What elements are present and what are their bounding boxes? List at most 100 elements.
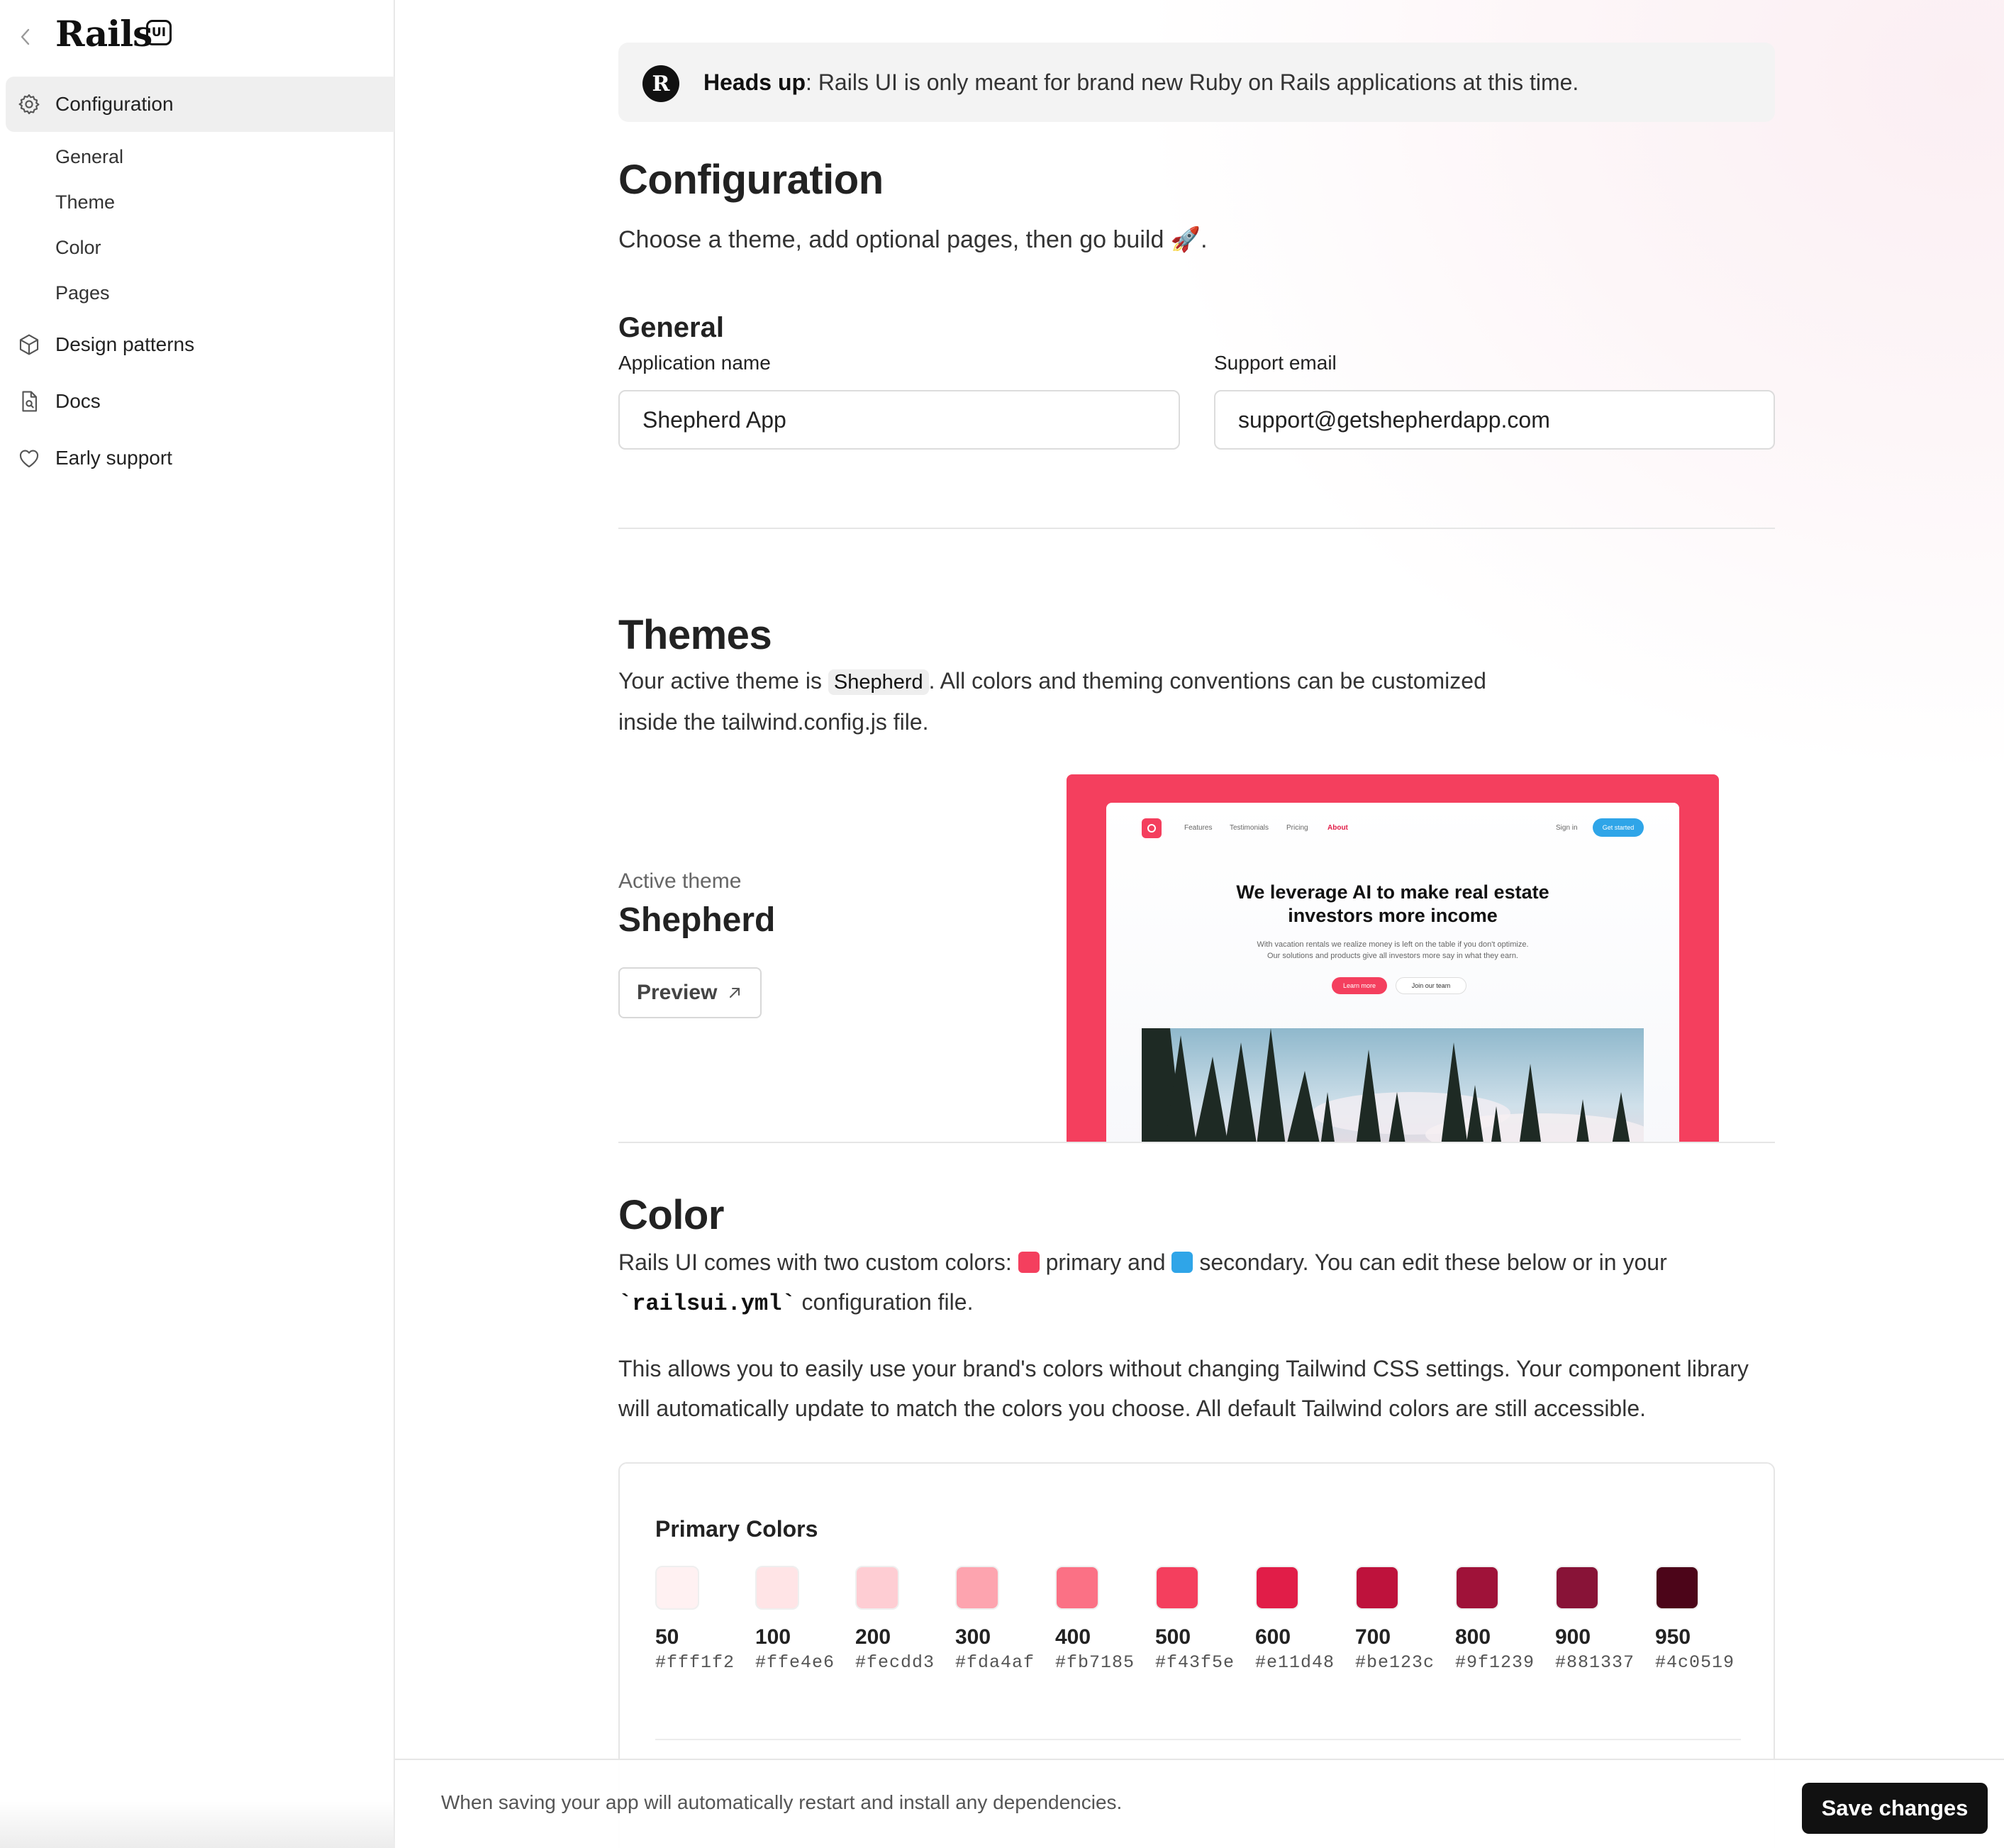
section-divider [618,1142,1775,1143]
preview-sign-in: Sign in [1556,824,1578,832]
color-secondary-word: secondary. You can edit these below or i… [1193,1249,1667,1275]
color-shade-600[interactable]: 600 #e11d48 [1255,1566,1340,1673]
color-shade-900[interactable]: 900 #881337 [1555,1566,1640,1673]
preview-nav-item: Pricing [1286,824,1308,832]
shade-hex: #fecdd3 [855,1652,935,1673]
color-shade-50[interactable]: 50 #fff1f2 [655,1566,740,1673]
color-shade-800[interactable]: 800 #9f1239 [1455,1566,1540,1673]
active-theme-name: Shepherd [618,901,776,939]
theme-preview-image[interactable]: Features Testimonials Pricing About Sign… [1067,774,1719,1143]
shade-name: 950 [1655,1625,1691,1649]
shepherd-logo-icon [1142,818,1162,838]
preview-sub-line2: Our solutions and products give all inve… [1267,952,1518,960]
shade-hex: #fb7185 [1055,1652,1135,1673]
shade-hex: #881337 [1555,1652,1635,1673]
color-para2-line2: will automatically update to match the c… [618,1396,1647,1421]
color-shade-700[interactable]: 700 #be123c [1355,1566,1440,1673]
banner-strong: Heads up [703,69,806,95]
color-line2-rest: configuration file. [795,1289,974,1315]
config-file-name: `railsui.yml` [618,1291,796,1317]
sidebar: Rails UI Configuration General Theme Col… [0,0,395,1848]
sidebar-item-label: Configuration [55,93,174,115]
shade-name: 700 [1355,1625,1391,1649]
preview-button[interactable]: Preview [618,967,762,1018]
color-swatch[interactable] [1655,1566,1699,1610]
color-paragraph-2: This allows you to easily use your brand… [618,1349,1824,1428]
logo-wordmark[interactable]: Rails [55,13,152,55]
color-swatch[interactable] [855,1566,899,1610]
themes-desc-after: . All colors and theming conventions can… [928,668,1486,694]
color-shade-100[interactable]: 100 #ffe4e6 [755,1566,840,1673]
sidebar-item-early-support[interactable]: Early support [6,430,394,486]
primary-colors-title: Primary Colors [655,1516,818,1542]
preview-nav-item: Testimonials [1230,824,1269,832]
color-primary-word: primary and [1039,1249,1172,1275]
sidebar-item-docs[interactable]: Docs [6,374,394,429]
color-shade-500[interactable]: 500 #f43f5e [1155,1566,1240,1673]
color-swatch[interactable] [655,1566,699,1610]
color-shade-400[interactable]: 400 #fb7185 [1055,1566,1140,1673]
external-arrow-icon [730,988,740,998]
shade-name: 200 [855,1625,891,1649]
shade-hex: #fff1f2 [655,1652,735,1673]
shade-hex: #ffe4e6 [755,1652,835,1673]
save-changes-button[interactable]: Save changes [1802,1783,1988,1834]
section-divider [618,528,1775,529]
sidebar-subitem-pages[interactable]: Pages [55,282,110,304]
preview-learn-more: Learn more [1332,977,1387,994]
themes-desc-line2: inside the tailwind.config.js file. [618,709,929,735]
shade-name: 50 [655,1625,679,1649]
color-swatch[interactable] [1155,1566,1199,1610]
active-theme-label: Active theme [618,869,742,893]
color-swatch[interactable] [1255,1566,1299,1610]
general-heading: General [618,312,724,343]
color-swatch[interactable] [955,1566,999,1610]
sidebar-item-label: Early support [55,447,172,469]
themes-description: Your active theme is Shepherd. All color… [618,661,1824,742]
sidebar-item-configuration[interactable]: Configuration [6,77,394,132]
preview-nav-item: Features [1184,824,1213,832]
app-name-input[interactable] [618,390,1180,450]
themes-heading: Themes [618,612,772,658]
app-name-label: Application name [618,352,771,374]
color-swatch[interactable] [1055,1566,1099,1610]
support-email-input[interactable] [1214,390,1775,450]
sidebar-item-label: Docs [55,390,101,412]
shade-name: 600 [1255,1625,1291,1649]
shade-hex: #e11d48 [1255,1652,1335,1673]
color-swatch[interactable] [755,1566,799,1610]
preview-subtext: With vacation rentals we realize money i… [1106,939,1679,962]
shade-hex: #4c0519 [1655,1652,1735,1673]
sidebar-subitem-general[interactable]: General [55,146,123,168]
sidebar-item-label: Design patterns [55,333,195,355]
logo-badge: UI [146,20,172,45]
active-theme-pill: Shepherd [828,669,929,695]
banner-message: : Rails UI is only meant for brand new R… [806,69,1579,95]
save-footer: When saving your app will automatically … [395,1759,2004,1848]
shade-hex: #f43f5e [1155,1652,1235,1673]
color-swatch[interactable] [1455,1566,1499,1610]
support-email-label: Support email [1214,352,1337,374]
shade-hex: #fda4af [955,1652,1035,1673]
sidebar-bottom-fade [0,1801,395,1848]
preview-headline-line1: We leverage AI to make real estate [1236,881,1549,903]
color-swatch[interactable] [1555,1566,1599,1610]
sidebar-subitem-theme[interactable]: Theme [55,191,115,213]
shade-name: 800 [1455,1625,1491,1649]
page-title: Configuration [618,157,884,203]
color-shade-950[interactable]: 950 #4c0519 [1655,1566,1740,1673]
sidebar-item-design-patterns[interactable]: Design patterns [6,317,394,372]
chevron-left-icon[interactable] [16,24,37,50]
color-heading: Color [618,1192,724,1238]
shade-name: 100 [755,1625,791,1649]
color-shade-200[interactable]: 200 #fecdd3 [855,1566,940,1673]
card-divider [655,1739,1741,1740]
sidebar-subitem-color[interactable]: Color [55,237,101,259]
color-desc-start: Rails UI comes with two custom colors: [618,1249,1018,1275]
gear-icon [18,94,40,115]
shade-hex: #9f1239 [1455,1652,1535,1673]
color-swatch[interactable] [1355,1566,1399,1610]
color-shade-300[interactable]: 300 #fda4af [955,1566,1040,1673]
preview-button-label: Preview [637,981,718,1004]
shade-name: 900 [1555,1625,1591,1649]
